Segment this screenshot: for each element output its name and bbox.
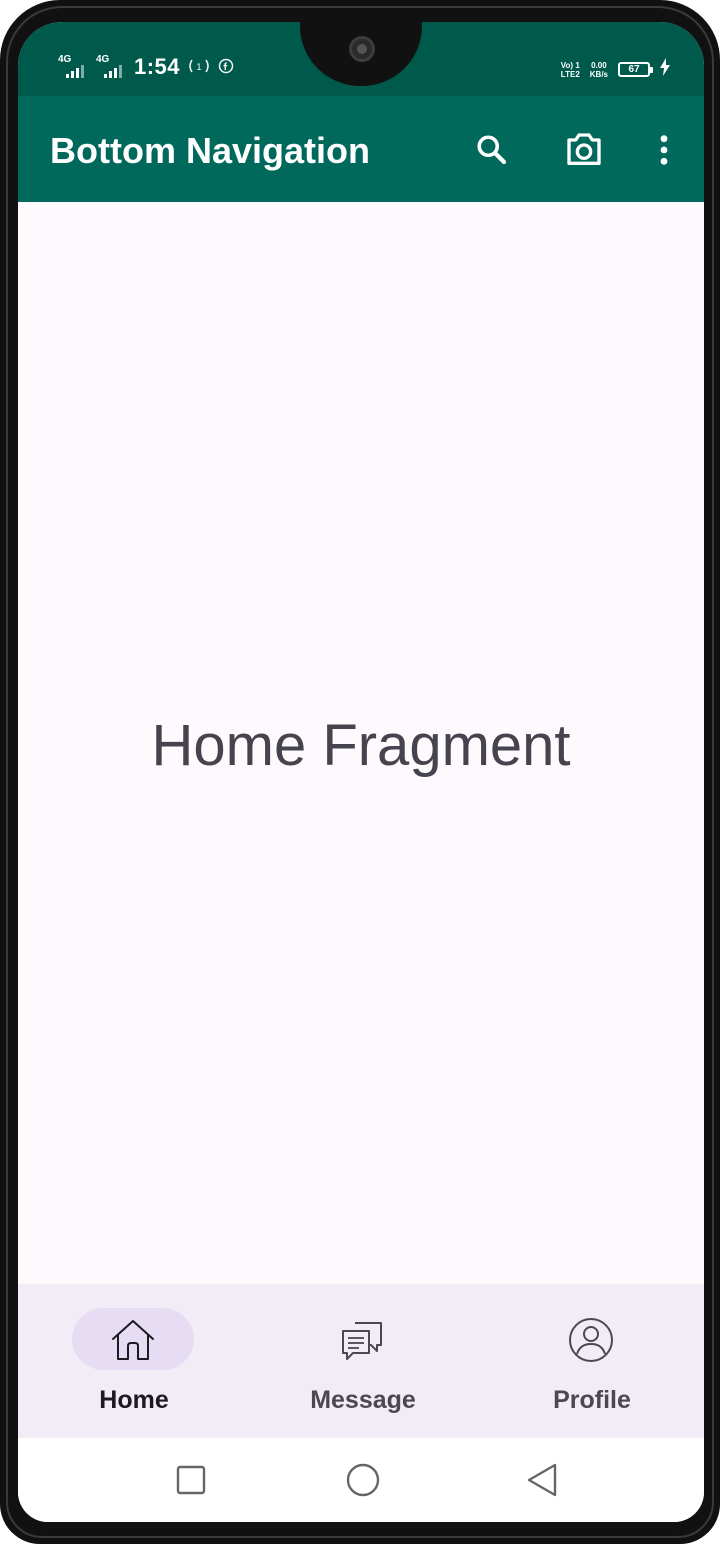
app-toolbar: Bottom Navigation <box>18 96 704 202</box>
camera-icon[interactable] <box>564 130 604 170</box>
bottom-navigation: Home Message Profile <box>18 1284 704 1438</box>
svg-text:1: 1 <box>196 63 202 73</box>
nav-label-profile: Profile <box>553 1386 631 1414</box>
nav-item-message[interactable]: Message <box>273 1308 453 1418</box>
fragment-container: Home Fragment <box>18 202 704 1284</box>
status-clock: 1:54 <box>134 54 181 79</box>
signal-icon-sim1: 4G <box>58 54 88 78</box>
network-type-label: 4G <box>96 54 110 65</box>
search-icon[interactable] <box>472 130 512 170</box>
nav-label-message: Message <box>310 1386 416 1414</box>
status-left: 4G 4G 1:54 1 <box>58 54 234 80</box>
nav-item-home[interactable]: Home <box>44 1308 224 1418</box>
system-navigation-bar <box>18 1438 704 1522</box>
nav-item-profile[interactable]: Profile <box>502 1308 682 1418</box>
data-speed-indicator: 0.00 KB/s <box>589 60 608 79</box>
facebook-notification-icon <box>218 58 234 77</box>
charging-icon <box>660 58 670 81</box>
status-right: Vo) 1 LTE2 0.00 KB/s 67 <box>561 58 670 81</box>
home-circle-icon[interactable] <box>343 1460 383 1500</box>
screen: 4G 4G 1:54 1 Vo) 1 LTE2 0.00 KB/s 67 Bot… <box>18 22 704 1522</box>
front-camera <box>349 36 375 62</box>
fragment-title: Home Fragment <box>151 713 571 778</box>
nav-label-home: Home <box>99 1386 169 1414</box>
battery-icon: 67 <box>618 62 653 77</box>
back-icon[interactable] <box>522 1460 562 1500</box>
overflow-menu-icon[interactable] <box>644 130 684 170</box>
toolbar-title: Bottom Navigation <box>50 130 370 171</box>
signal-icon-sim2: 4G <box>96 54 126 78</box>
home-icon <box>108 1315 158 1365</box>
phone-frame: 4G 4G 1:54 1 Vo) 1 LTE2 0.00 KB/s 67 Bot… <box>0 0 720 1544</box>
message-icon <box>337 1315 387 1365</box>
profile-icon <box>566 1315 616 1365</box>
network-type-label: 4G <box>58 54 72 65</box>
recents-icon[interactable] <box>171 1460 211 1500</box>
hotspot-icon: 1 <box>188 58 210 77</box>
volte-indicator: Vo) 1 LTE2 <box>560 60 580 79</box>
